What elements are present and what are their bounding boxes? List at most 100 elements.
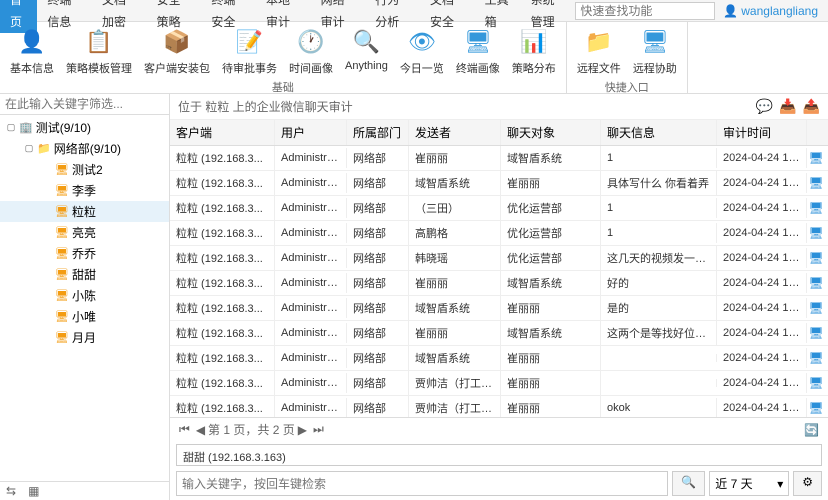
- ribbon-item[interactable]: 📁远程文件: [571, 24, 627, 78]
- table-row[interactable]: 粒粒 (192.168.3...Administra...网络部崔丽丽域智盾系统…: [170, 321, 828, 346]
- chat-icon[interactable]: 💬: [756, 98, 773, 115]
- tree-item[interactable]: 🖥粒粒: [0, 201, 169, 222]
- sidebar-toggle-icon[interactable]: ⇆: [0, 482, 22, 500]
- export-icon[interactable]: 📤: [803, 98, 820, 115]
- column-header[interactable]: 用户: [275, 120, 347, 145]
- cell: 网络部: [347, 271, 409, 295]
- filter-bar: 🔍 近 7 天 ▾ ⚙: [176, 471, 822, 496]
- cell: 网络部: [347, 296, 409, 320]
- tree-label: 月月: [72, 329, 96, 346]
- ribbon-item[interactable]: 📋策略模板管理: [60, 24, 138, 78]
- table-row[interactable]: 粒粒 (192.168.3...Administra...网络部域智盾系统崔丽丽…: [170, 346, 828, 371]
- table-row[interactable]: 粒粒 (192.168.3...Administra...网络部崔丽丽域智盾系统…: [170, 146, 828, 171]
- column-header[interactable]: 客户端: [170, 120, 275, 145]
- table-row[interactable]: 粒粒 (192.168.3...Administra...网络部（三田）优化运营…: [170, 196, 828, 221]
- ribbon-item[interactable]: 👁今日一览: [394, 24, 450, 78]
- row-detail-icon[interactable]: 🖥: [807, 401, 825, 415]
- tree-item[interactable]: ▢🏢测试(9/10): [0, 117, 169, 138]
- table-row[interactable]: 粒粒 (192.168.3...Administra...网络部韩晓瑶优化运营部…: [170, 246, 828, 271]
- refresh-icon[interactable]: 🔄: [801, 423, 822, 437]
- ribbon-item[interactable]: 🖥远程协助: [627, 24, 683, 78]
- cell: 网络部: [347, 371, 409, 395]
- tree-item[interactable]: 🖥乔乔: [0, 243, 169, 264]
- ribbon-item[interactable]: 📝 待审批事务: [216, 24, 283, 78]
- ribbon-item[interactable]: 🔍Anything: [339, 24, 394, 78]
- column-header[interactable]: 聊天对象: [501, 120, 601, 145]
- global-search-input[interactable]: [575, 2, 715, 20]
- page-next-icon[interactable]: ▶: [295, 423, 310, 437]
- cell: okok: [601, 398, 717, 417]
- table-row[interactable]: 粒粒 (192.168.3...Administra...网络部域智盾系统崔丽丽…: [170, 296, 828, 321]
- row-detail-icon[interactable]: 🖥: [807, 176, 825, 190]
- sidebar-search-input[interactable]: [0, 94, 169, 115]
- cell: 优化运营部: [501, 221, 601, 245]
- ribbon-item[interactable]: 📦客户端安装包: [138, 24, 216, 78]
- cell: 这几天的视频发一发家人们，发了标注上进...: [601, 246, 717, 270]
- cell: 粒粒 (192.168.3...: [170, 246, 275, 270]
- table-row[interactable]: 粒粒 (192.168.3...Administra...网络部贾帅洁（打工版）…: [170, 396, 828, 417]
- table-row[interactable]: 粒粒 (192.168.3...Administra...网络部崔丽丽域智盾系统…: [170, 271, 828, 296]
- row-detail-icon[interactable]: 🖥: [807, 226, 825, 240]
- row-detail-icon[interactable]: 🖥: [807, 326, 825, 340]
- tree-item[interactable]: 🖥李季: [0, 180, 169, 201]
- cell: （三田）: [409, 196, 501, 220]
- table-row[interactable]: 粒粒 (192.168.3...Administra...网络部域智盾系统崔丽丽…: [170, 171, 828, 196]
- ribbon-icon: 📊: [518, 26, 550, 58]
- ribbon-item[interactable]: 📊策略分布: [506, 24, 562, 78]
- filter-search-button[interactable]: 🔍: [672, 471, 705, 496]
- sidebar-grid-icon[interactable]: ▦: [22, 482, 45, 500]
- tree-item[interactable]: 🖥月月: [0, 327, 169, 348]
- column-header[interactable]: 审计时间: [717, 120, 807, 145]
- cell: 崔丽丽: [501, 346, 601, 370]
- cell: 域智盾系统: [409, 296, 501, 320]
- tree-item[interactable]: 🖥测试2: [0, 159, 169, 180]
- ribbon-label: 远程协助: [633, 60, 677, 76]
- tree-label: 亮亮: [72, 224, 96, 241]
- tree-item[interactable]: 🖥亮亮: [0, 222, 169, 243]
- tree-item[interactable]: ▢📁网络部(9/10): [0, 138, 169, 159]
- tree-label: 粒粒: [72, 203, 96, 220]
- filter-period-select[interactable]: 近 7 天 ▾: [709, 471, 789, 496]
- filter-input[interactable]: [176, 471, 668, 496]
- user-name[interactable]: wanglangliang: [741, 4, 818, 18]
- ribbon-icon: 📝: [234, 26, 266, 58]
- ribbon-item[interactable]: 🕐时间画像: [283, 24, 339, 78]
- ribbon-label: 策略模板管理: [66, 60, 132, 76]
- ribbon-item[interactable]: 👤基本信息: [4, 24, 60, 78]
- cell: 2024-04-24 17:17:00: [717, 248, 807, 268]
- page-prev-icon[interactable]: ◀: [193, 423, 208, 437]
- tree-label: 小陈: [72, 287, 96, 304]
- cell: Administra...: [275, 148, 347, 168]
- tree-item[interactable]: 🖥甜甜: [0, 264, 169, 285]
- filter-settings-button[interactable]: ⚙: [793, 471, 822, 496]
- row-detail-icon[interactable]: 🖥: [807, 376, 825, 390]
- table-row[interactable]: 粒粒 (192.168.3...Administra...网络部高鹏格优化运营部…: [170, 221, 828, 246]
- table-row[interactable]: 粒粒 (192.168.3...Administra...网络部贾帅洁（打工版）…: [170, 371, 828, 396]
- column-header[interactable]: 发送者: [409, 120, 501, 145]
- cell: 粒粒 (192.168.3...: [170, 146, 275, 170]
- sidebar: ▢🏢测试(9/10)▢📁网络部(9/10)🖥测试2🖥李季🖥粒粒🖥亮亮🖥乔乔🖥甜甜…: [0, 94, 170, 500]
- cell: 网络部: [347, 396, 409, 417]
- cell: [601, 379, 717, 387]
- import-icon[interactable]: 📥: [779, 98, 796, 115]
- tree-item[interactable]: 🖥小唯: [0, 306, 169, 327]
- cell: 2024-04-24 17:10:00: [717, 348, 807, 368]
- column-header[interactable]: 所属部门: [347, 120, 409, 145]
- cell: 高鹏格: [409, 221, 501, 245]
- ribbon-item[interactable]: 🖥终端画像: [450, 24, 506, 78]
- row-detail-icon[interactable]: 🖥: [807, 201, 825, 215]
- tree-item[interactable]: 🖥小陈: [0, 285, 169, 306]
- row-detail-icon[interactable]: 🖥: [807, 301, 825, 315]
- cell: 粒粒 (192.168.3...: [170, 396, 275, 417]
- row-detail-icon[interactable]: 🖥: [807, 251, 825, 265]
- row-detail-icon[interactable]: 🖥: [807, 351, 825, 365]
- column-header[interactable]: 聊天信息: [601, 120, 717, 145]
- ribbon-label: 待审批事务: [222, 60, 277, 76]
- ribbon-label: 客户端安装包: [144, 60, 210, 76]
- page-last-icon[interactable]: ⏭: [310, 422, 327, 437]
- row-detail-icon[interactable]: 🖥: [807, 276, 825, 290]
- page-first-icon[interactable]: ⏮: [176, 422, 193, 437]
- pager: ⏮ ◀ 第 1 页，共 2 页 ▶ ⏭ 🔄: [170, 417, 828, 441]
- row-detail-icon[interactable]: 🖥: [807, 151, 825, 165]
- tree: ▢🏢测试(9/10)▢📁网络部(9/10)🖥测试2🖥李季🖥粒粒🖥亮亮🖥乔乔🖥甜甜…: [0, 115, 169, 481]
